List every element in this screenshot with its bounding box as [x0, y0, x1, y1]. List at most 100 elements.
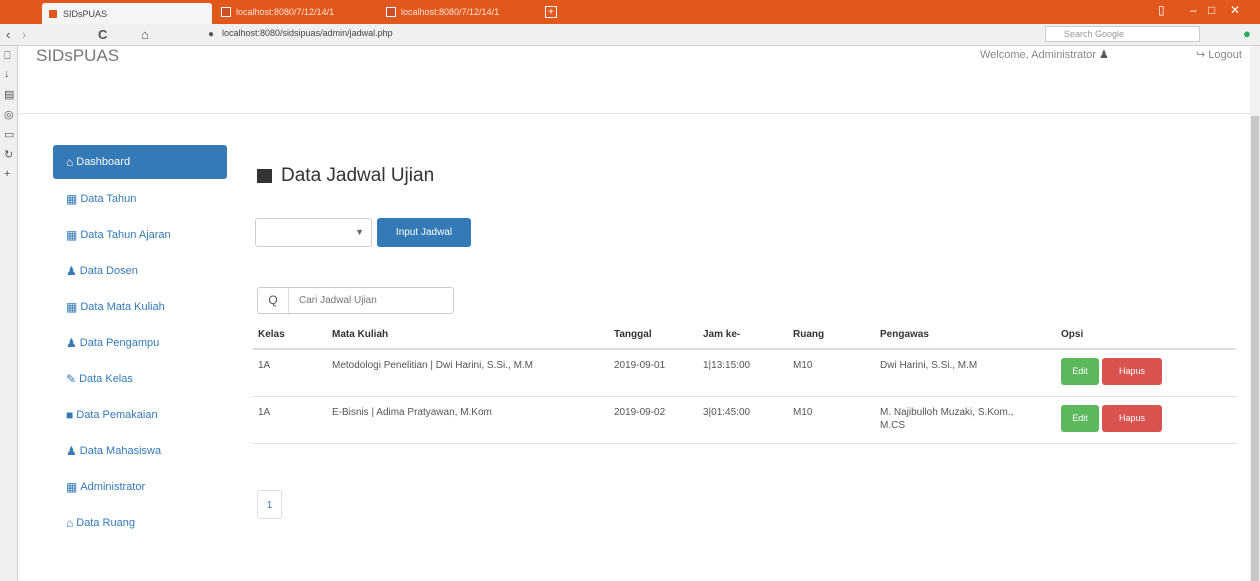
pagination-page-1[interactable]: 1: [257, 490, 282, 519]
tab-title: localhost:8080/7/12/14/1: [401, 7, 500, 17]
cell-pengawas: Dwi Harini, S.Si., M.M: [875, 349, 1056, 397]
scrollbar-thumb[interactable]: [1251, 116, 1259, 581]
table-icon: ▦: [66, 192, 78, 206]
edit-button[interactable]: Edit: [1061, 404, 1099, 432]
sync-icon[interactable]: ↻: [4, 148, 13, 161]
page-favicon-icon: [386, 7, 396, 17]
book-icon: ■: [66, 408, 74, 422]
close-icon[interactable]: ✕: [1230, 3, 1240, 17]
user-icon: ♟: [66, 264, 77, 278]
sidebar-item-dashboard[interactable]: ⌂ Dashboard: [53, 145, 227, 179]
browser-tab-active[interactable]: SIDsPUAS: [42, 3, 212, 24]
tab-title: localhost:8080/7/12/14/1: [236, 7, 335, 17]
add-panel-icon[interactable]: +: [4, 168, 10, 180]
sidebar-item-data-mata-kuliah[interactable]: ▦ Data Mata Kuliah: [53, 289, 227, 325]
column-header: Ruang: [788, 321, 875, 350]
cell-opsi: Edit Hapus: [1056, 396, 1236, 444]
table-header-row: Kelas Mata Kuliah Tanggal Jam ke- Ruang …: [253, 321, 1236, 350]
sidebar-item-label: Data Pengampu: [79, 337, 160, 349]
cell-kelas: 1A: [253, 349, 327, 397]
page-title: Data Jadwal Ujian: [257, 165, 434, 187]
column-header: Kelas: [253, 321, 327, 350]
brand-logo[interactable]: SIDsPUAS: [36, 46, 119, 66]
logout-label: Logout: [1208, 49, 1242, 61]
column-header: Mata Kuliah: [327, 321, 609, 350]
note-icon[interactable]: ▤: [4, 88, 14, 101]
cell-opsi: Edit Hapus: [1056, 349, 1236, 397]
logout-link[interactable]: ↪ Logout: [1196, 48, 1242, 61]
search-group: Q: [257, 287, 454, 314]
cell-jam: 3|01:45:00: [698, 396, 788, 444]
sidebar-item-data-ruang[interactable]: ⌂ Data Ruang: [53, 505, 227, 541]
sidebar-item-data-pemakaian[interactable]: ■ Data Pemakaian: [53, 397, 227, 433]
chevron-down-icon: ▼: [355, 227, 364, 237]
sidebar-item-label: Data Mata Kuliah: [80, 301, 165, 313]
sidebar-item-label: Data Pemakaian: [76, 409, 158, 421]
maximize-icon[interactable]: □: [1208, 3, 1215, 17]
download-icon[interactable]: ↓: [4, 68, 10, 80]
sidebar-item-label: Data Kelas: [79, 373, 133, 385]
delete-button[interactable]: Hapus: [1102, 358, 1162, 385]
browser-tab-3[interactable]: localhost:8080/7/12/14/1: [380, 2, 540, 22]
jadwal-select[interactable]: ▼: [255, 218, 372, 247]
address-bar[interactable]: localhost:8080/sidsipuas/admin/jadwal.ph…: [222, 28, 393, 38]
sidebar-item-data-kelas[interactable]: ✎ Data Kelas: [53, 361, 227, 397]
sidebar-item-label: Data Ruang: [76, 517, 135, 529]
panel-icon[interactable]: ▭: [4, 128, 14, 141]
sidebar-item-data-dosen[interactable]: ♟ Data Dosen: [53, 253, 227, 289]
sidebar-item-data-tahun-ajaran[interactable]: ▦ Data Tahun Ajaran: [53, 217, 227, 253]
bookmark-icon[interactable]: ⎕: [4, 50, 11, 63]
extension-icon[interactable]: ●: [1243, 26, 1251, 41]
cell-tanggal: 2019-09-02: [609, 396, 698, 444]
sidebar-item-data-pengampu[interactable]: ♟ Data Pengampu: [53, 325, 227, 361]
table-icon: ▦: [66, 228, 78, 242]
sidebar-item-administrator[interactable]: ▦ Administrator: [53, 469, 227, 505]
browser-nav-bar: ‹ › C ⌂ ● localhost:8080/sidsipuas/admin…: [0, 24, 1260, 46]
cell-kelas: 1A: [253, 396, 327, 444]
sidebar-item-label: Data Dosen: [79, 265, 138, 277]
delete-button[interactable]: Hapus: [1102, 404, 1162, 432]
jadwal-table: Kelas Mata Kuliah Tanggal Jam ke- Ruang …: [253, 321, 1236, 444]
cell-mata-kuliah: Metodologi Penelitian | Dwi Harini, S.Si…: [327, 349, 609, 397]
page-favicon-icon: [48, 8, 58, 19]
new-tab-button[interactable]: +: [545, 6, 557, 18]
pencil-icon: ✎: [66, 372, 77, 386]
site-info-icon[interactable]: ●: [208, 29, 214, 40]
tab-title: SIDsPUAS: [63, 8, 108, 19]
menu-icon[interactable]: ▯: [1158, 3, 1165, 17]
home-icon: ⌂: [66, 155, 74, 169]
table-row: 1A E-Bisnis | Adima Pratyawan, M.Kom 201…: [253, 396, 1236, 444]
page-scrollbar[interactable]: [1250, 46, 1260, 581]
back-icon[interactable]: ‹: [6, 27, 10, 42]
browser-search-box[interactable]: Search Google: [1045, 26, 1200, 42]
sidebar-item-label: Data Tahun Ajaran: [80, 229, 171, 241]
reload-icon[interactable]: C: [98, 27, 107, 42]
table-icon: ▦: [66, 300, 78, 314]
sidebar-item-label: Administrator: [80, 481, 146, 493]
sidebar-item-label: Dashboard: [76, 156, 131, 168]
home-icon[interactable]: ⌂: [141, 27, 149, 42]
table-row: 1A Metodologi Penelitian | Dwi Harini, S…: [253, 349, 1236, 397]
history-icon[interactable]: ◎: [4, 108, 14, 121]
browser-title-bar: SIDsPUAS localhost:8080/7/12/14/1 localh…: [0, 0, 1260, 24]
logout-icon: ↪: [1196, 49, 1206, 61]
forward-icon[interactable]: ›: [22, 27, 26, 42]
home-icon: ⌂: [66, 516, 74, 530]
minimize-icon[interactable]: –: [1190, 3, 1197, 17]
cell-pengawas: M. Najibulloh Muzaki, S.Kom., M.CS: [875, 396, 1056, 444]
cell-ruang: M10: [788, 349, 875, 397]
user-icon: ♟: [66, 336, 77, 350]
sidebar-nav: ⌂ Dashboard ▦ Data Tahun ▦ Data Tahun Ajaran ♟…: [53, 145, 227, 541]
edit-button[interactable]: Edit: [1061, 358, 1099, 385]
browser-tab-2[interactable]: localhost:8080/7/12/14/1: [215, 2, 375, 22]
sidebar-item-data-tahun[interactable]: ▦ Data Tahun: [53, 181, 227, 217]
welcome-text: Welcome, Administrator ♟: [980, 48, 1109, 61]
user-icon: ♟: [1099, 49, 1109, 61]
cell-tanggal: 2019-09-01: [609, 349, 698, 397]
column-header: Pengawas: [875, 321, 1056, 350]
cell-ruang: M10: [788, 396, 875, 444]
input-jadwal-button[interactable]: Input Jadwal: [377, 218, 471, 247]
cell-mata-kuliah: E-Bisnis | Adima Pratyawan, M.Kom: [327, 396, 609, 444]
sidebar-item-data-mahasiswa[interactable]: ♟ Data Mahasiswa: [53, 433, 227, 469]
search-input[interactable]: [297, 294, 451, 307]
